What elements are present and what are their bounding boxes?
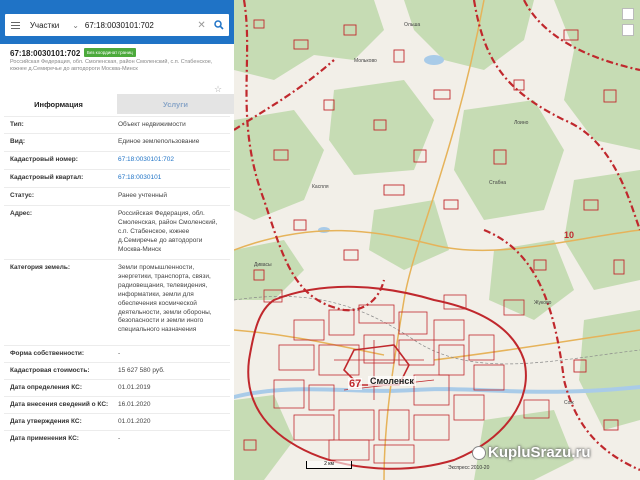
map-canvas [234, 0, 640, 480]
scale-bar: 2 км [306, 461, 352, 469]
cadastral-map[interactable]: Ольша Мольково Лоино Каспля Стабна Дивас… [234, 0, 640, 480]
row-label: Дата утверждения КС: [10, 418, 82, 425]
watermark-logo-icon [472, 446, 486, 460]
cadastral-number-link[interactable]: 67:18:0030101:702 [118, 156, 224, 165]
row-value: - [118, 435, 121, 442]
search-box: Участки ⌄ ✕ [5, 14, 229, 36]
info-panel: Участки ⌄ ✕ 67:18:0030101:702 Без коорди… [0, 0, 234, 480]
info-row: Тип: Объект недвижимости [4, 116, 230, 133]
row-label: Кадастровый квартал: [10, 174, 84, 181]
chevron-down-icon: ⌄ [72, 20, 79, 30]
search-icon [213, 20, 224, 30]
row-label: Форма собственности: [10, 350, 85, 357]
row-label: Кадастровая стоимость: [10, 367, 90, 374]
zoom-in-icon[interactable] [622, 24, 634, 36]
map-copyright: Экспресс 2010-20 [448, 465, 490, 471]
map-place-label: Мольково [354, 58, 377, 64]
row-value: - [118, 350, 121, 357]
search-bar: Участки ⌄ ✕ [0, 0, 234, 44]
row-value: Объект недвижимости [118, 121, 186, 128]
object-title: 67:18:0030101:702 [10, 49, 81, 58]
watermark: KupluSrazu.ru [488, 444, 591, 461]
info-row: Дата применения КС: - [4, 430, 230, 447]
zone-number-67: 67 [348, 378, 363, 390]
row-value: 01.01.2019 [118, 384, 151, 391]
info-row: Дата внесения сведений о КС: 16.01.2020 [4, 396, 230, 413]
tab-services[interactable]: Услуги [117, 94, 234, 114]
info-row: Статус: Ранее учтенный [4, 187, 230, 205]
map-place-label: Каспля [312, 184, 329, 190]
info-row: Кадастровый номер: 67:18:0030101:702 [4, 151, 230, 169]
cadastral-quarter-link[interactable]: 67:18:0030101 [118, 174, 224, 183]
status-badge: Без координат границ [84, 48, 136, 57]
info-row: Дата определения КС: 01.01.2019 [4, 379, 230, 396]
info-row: Категория земель: Земли промышленности, … [4, 259, 230, 345]
tab-information[interactable]: Информация [0, 94, 117, 114]
tab-bar: Информация Услуги [0, 94, 234, 114]
map-place-label: Сож [564, 400, 574, 406]
city-label: Смоленск [368, 376, 416, 386]
search-button[interactable] [208, 14, 229, 36]
map-place-label: Жуково [534, 300, 552, 306]
row-value: Российская Федерация, обл. Смоленская, р… [118, 210, 218, 253]
row-label: Тип: [10, 121, 24, 128]
zone-number-10: 10 [564, 230, 575, 240]
row-label: Кадастровый номер: [10, 156, 78, 163]
row-value: 15 627 580 руб. [118, 367, 165, 374]
row-label: Дата применения КС: [10, 435, 79, 442]
info-row: Дата утверждения КС: 01.01.2020 [4, 413, 230, 430]
info-row: Форма собственности: - [4, 345, 230, 362]
railways [234, 296, 640, 365]
type-select[interactable]: Участки ⌄ [26, 14, 83, 36]
row-label: Вид: [10, 138, 25, 145]
info-row: Адрес: Российская Федерация, обл. Смолен… [4, 205, 230, 259]
clear-icon[interactable]: ✕ [195, 20, 208, 31]
info-row: Вид: Единое землепользование [4, 133, 230, 151]
map-place-label: Дивасы [254, 262, 272, 268]
row-label: Категория земель: [10, 264, 71, 271]
row-value: 16.01.2020 [118, 401, 151, 408]
row-value: Единое землепользование [118, 138, 200, 145]
type-select-label: Участки [29, 20, 60, 30]
row-label: Адрес: [10, 210, 33, 217]
search-input[interactable] [82, 15, 195, 35]
map-place-label: Стабна [489, 180, 507, 186]
info-row: Кадастровая стоимость: 15 627 580 руб. [4, 362, 230, 379]
row-label: Дата определения КС: [10, 384, 82, 391]
info-row: Кадастровый квартал: 67:18:0030101 [4, 169, 230, 187]
layers-icon[interactable] [622, 8, 634, 20]
row-value: Земли промышленности, энергетики, трансп… [118, 264, 212, 334]
row-value: Ранее учтенный [118, 192, 167, 199]
menu-icon[interactable] [5, 14, 26, 36]
map-place-label: Лоино [514, 120, 529, 126]
map-place-label: Ольша [404, 22, 421, 28]
row-value: 01.01.2020 [118, 418, 151, 425]
row-label: Статус: [10, 192, 35, 199]
object-address: Российская Федерация, обл. Смоленская, р… [10, 59, 213, 72]
row-label: Дата внесения сведений о КС: [10, 401, 109, 408]
